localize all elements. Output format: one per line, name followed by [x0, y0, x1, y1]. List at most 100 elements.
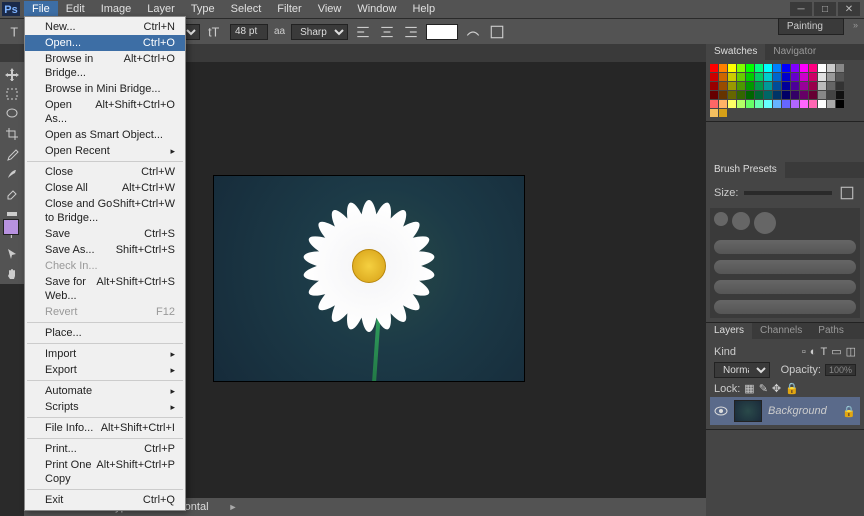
lock-position-icon[interactable]: ✥	[772, 382, 781, 395]
swatch[interactable]	[809, 91, 817, 99]
swatch[interactable]	[836, 91, 844, 99]
menu-item-file-info[interactable]: File Info...Alt+Shift+Ctrl+I	[25, 420, 185, 436]
opacity-value[interactable]: 100%	[825, 364, 856, 376]
menu-type[interactable]: Type	[183, 1, 223, 17]
swatch[interactable]	[737, 64, 745, 72]
crop-tool-icon[interactable]	[1, 124, 23, 144]
swatch[interactable]	[791, 100, 799, 108]
swatch[interactable]	[809, 82, 817, 90]
swatch[interactable]	[710, 73, 718, 81]
menu-item-export[interactable]: Export	[25, 362, 185, 378]
swatch[interactable]	[710, 91, 718, 99]
swatch[interactable]	[737, 100, 745, 108]
swatch[interactable]	[782, 91, 790, 99]
layer-thumbnail[interactable]	[734, 400, 762, 422]
menu-item-open[interactable]: Open...Ctrl+O	[25, 35, 185, 51]
swatch[interactable]	[836, 64, 844, 72]
document-canvas[interactable]	[214, 176, 524, 381]
workspace-menu-icon[interactable]: »	[853, 20, 858, 30]
swatch[interactable]	[719, 91, 727, 99]
brush-preset-item[interactable]	[714, 212, 856, 234]
swatch[interactable]	[728, 100, 736, 108]
pixel-filter-icon[interactable]: ▫	[802, 346, 806, 358]
lock-all-icon[interactable]: 🔒	[785, 382, 799, 395]
swatch[interactable]	[791, 82, 799, 90]
swatch[interactable]	[800, 82, 808, 90]
menu-item-close[interactable]: CloseCtrl+W	[25, 164, 185, 180]
tab-channels[interactable]: Channels	[752, 323, 810, 339]
swatch[interactable]	[827, 91, 835, 99]
align-left-icon[interactable]	[354, 23, 372, 41]
swatch[interactable]	[782, 82, 790, 90]
path-selection-tool-icon[interactable]	[1, 244, 23, 264]
swatch[interactable]	[809, 100, 817, 108]
tab-brush-presets[interactable]: Brush Presets	[706, 162, 785, 178]
close-button[interactable]: ✕	[838, 2, 860, 16]
swatch[interactable]	[773, 82, 781, 90]
lock-pixels-icon[interactable]: ✎	[759, 382, 768, 395]
menu-help[interactable]: Help	[404, 1, 443, 17]
menu-item-automate[interactable]: Automate	[25, 383, 185, 399]
swatch[interactable]	[836, 73, 844, 81]
hand-tool-icon[interactable]	[1, 264, 23, 284]
swatch[interactable]	[764, 73, 772, 81]
swatch[interactable]	[755, 73, 763, 81]
menu-filter[interactable]: Filter	[269, 1, 309, 17]
swatch[interactable]	[809, 73, 817, 81]
type-filter-icon[interactable]: T	[820, 346, 827, 358]
swatch[interactable]	[746, 100, 754, 108]
text-color-swatch[interactable]	[426, 24, 458, 40]
minimize-button[interactable]: ─	[790, 2, 812, 16]
menu-layer[interactable]: Layer	[139, 1, 183, 17]
brush-preset-item[interactable]	[714, 300, 856, 314]
align-center-icon[interactable]	[378, 23, 396, 41]
marquee-tool-icon[interactable]	[1, 84, 23, 104]
menu-item-save[interactable]: SaveCtrl+S	[25, 226, 185, 242]
swatch[interactable]	[746, 91, 754, 99]
brush-preset-item[interactable]	[714, 260, 856, 274]
workspace-switcher[interactable]: Painting	[778, 18, 844, 35]
swatch[interactable]	[764, 64, 772, 72]
swatch[interactable]	[719, 109, 727, 117]
swatch[interactable]	[836, 100, 844, 108]
swatch[interactable]	[773, 91, 781, 99]
swatch[interactable]	[827, 73, 835, 81]
swatch[interactable]	[746, 82, 754, 90]
swatch[interactable]	[755, 64, 763, 72]
menu-item-save-as[interactable]: Save As...Shift+Ctrl+S	[25, 242, 185, 258]
menu-file[interactable]: File	[24, 1, 58, 17]
brush-preset-list[interactable]	[710, 208, 860, 318]
warp-text-icon[interactable]	[464, 23, 482, 41]
smart-filter-icon[interactable]: ◫	[846, 345, 856, 358]
menu-item-open-as-smart-object[interactable]: Open as Smart Object...	[25, 127, 185, 143]
swatch[interactable]	[791, 73, 799, 81]
swatch[interactable]	[791, 64, 799, 72]
swatch[interactable]	[710, 82, 718, 90]
swatch[interactable]	[728, 82, 736, 90]
menu-item-scripts[interactable]: Scripts	[25, 399, 185, 415]
swatch[interactable]	[782, 64, 790, 72]
swatch[interactable]	[719, 64, 727, 72]
menu-item-close-all[interactable]: Close AllAlt+Ctrl+W	[25, 180, 185, 196]
eraser-tool-icon[interactable]	[1, 184, 23, 204]
swatch[interactable]	[782, 73, 790, 81]
swatch[interactable]	[737, 73, 745, 81]
swatch[interactable]	[818, 100, 826, 108]
lasso-tool-icon[interactable]	[1, 104, 23, 124]
menu-item-browse-in-mini-bridge[interactable]: Browse in Mini Bridge...	[25, 81, 185, 97]
swatch[interactable]	[737, 91, 745, 99]
align-right-icon[interactable]	[402, 23, 420, 41]
menu-select[interactable]: Select	[223, 1, 270, 17]
lock-transparency-icon[interactable]: ▦	[744, 382, 754, 395]
tool-preset-icon[interactable]: T	[6, 23, 24, 41]
swatch[interactable]	[746, 73, 754, 81]
restore-button[interactable]: □	[814, 2, 836, 16]
menu-item-save-for-web[interactable]: Save for Web...Alt+Shift+Ctrl+S	[25, 274, 185, 304]
eyedropper-tool-icon[interactable]	[1, 144, 23, 164]
swatch[interactable]	[782, 100, 790, 108]
swatch[interactable]	[764, 100, 772, 108]
menu-item-open-recent[interactable]: Open Recent	[25, 143, 185, 159]
menu-view[interactable]: View	[310, 1, 350, 17]
character-panel-icon[interactable]	[488, 23, 506, 41]
menu-window[interactable]: Window	[349, 1, 404, 17]
